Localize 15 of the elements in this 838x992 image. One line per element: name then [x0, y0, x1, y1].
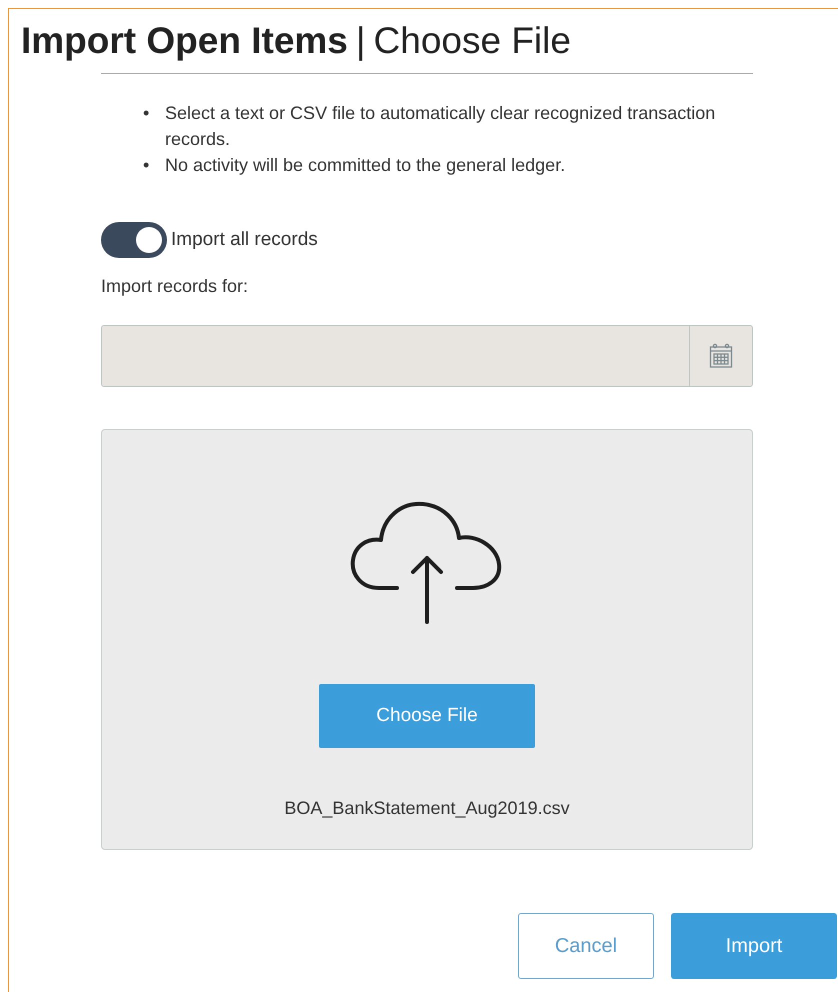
- toggle-label: Import all records: [171, 229, 318, 251]
- title-separator: |: [356, 20, 366, 61]
- import-button[interactable]: Import: [671, 913, 837, 979]
- field-label: Import records for:: [101, 276, 250, 297]
- file-name: BOA_BankStatement_Aug2019.csv: [284, 798, 570, 819]
- bullet: •: [143, 154, 150, 177]
- bullet: •: [143, 102, 150, 125]
- choose-file-button[interactable]: Choose File: [319, 684, 535, 748]
- note-text: Select a text or CSV file to automatically clear recognized transaction records.: [165, 102, 716, 151]
- dialog-title: Import Open Items: [21, 20, 348, 61]
- cancel-button[interactable]: Cancel: [518, 913, 654, 979]
- toggle-switch[interactable]: [101, 222, 167, 258]
- drop-zone[interactable]: Choose File BOA_BankStatement_Aug2019.csv: [101, 429, 753, 850]
- note-text: No activity will be committed to the general ledger.: [165, 154, 566, 177]
- dialog-subtitle: Choose File: [374, 20, 571, 61]
